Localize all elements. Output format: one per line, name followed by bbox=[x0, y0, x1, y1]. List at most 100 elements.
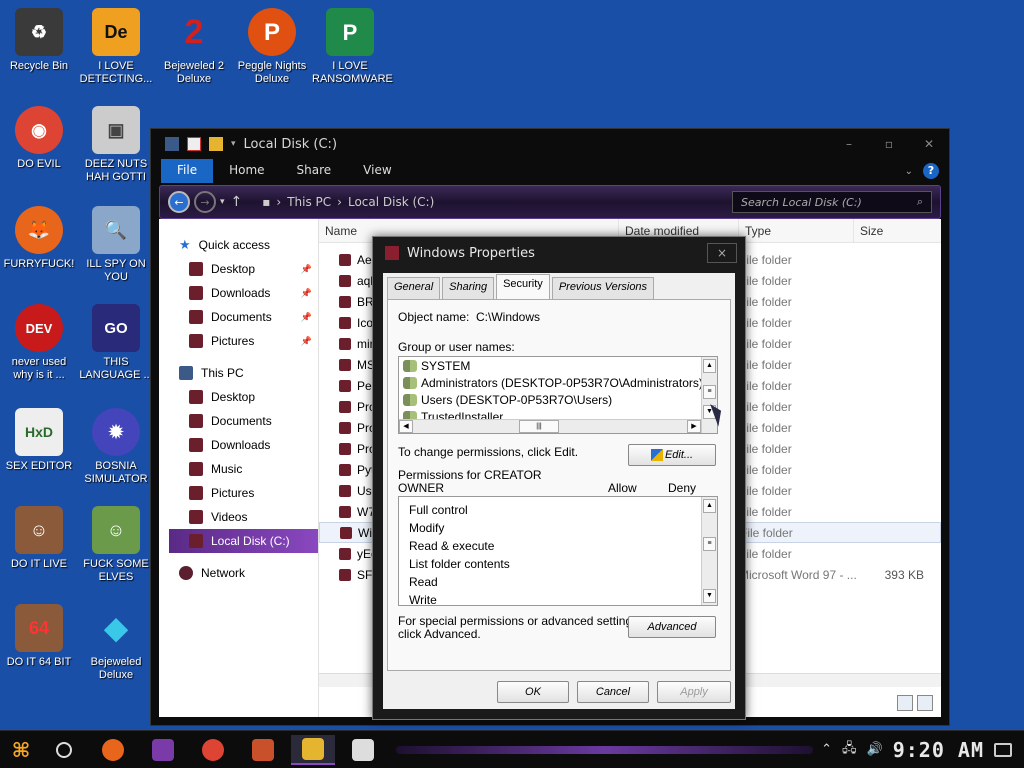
nav-quick-access[interactable]: ★ Quick access bbox=[159, 233, 318, 257]
column-type[interactable]: Type bbox=[739, 219, 854, 242]
start-icon: ⌘ bbox=[11, 737, 31, 762]
list-item[interactable]: Users (DESKTOP-0P53R7O\Users) bbox=[399, 391, 717, 408]
taskbar-app-hxd[interactable] bbox=[341, 735, 385, 765]
desktop-icon-detecting[interactable]: De I LOVE DETECTING... bbox=[78, 8, 154, 86]
edit-button[interactable]: Edit... bbox=[628, 444, 716, 466]
nav-quick-documents[interactable]: Documents 📌 bbox=[159, 305, 318, 329]
desktop-icon-devcpp[interactable]: DEV never used why is it ... bbox=[1, 304, 77, 382]
nav-pc-documents[interactable]: Documents bbox=[159, 409, 318, 433]
nav-pc-music[interactable]: Music bbox=[159, 457, 318, 481]
back-button[interactable]: ← bbox=[168, 191, 190, 213]
tab-file[interactable]: File bbox=[161, 159, 214, 183]
forward-button[interactable]: → bbox=[194, 191, 216, 213]
tab-view[interactable]: View bbox=[347, 159, 407, 183]
scroll-up-icon[interactable]: ▲ bbox=[703, 359, 716, 373]
tab-home[interactable]: Home bbox=[213, 159, 280, 183]
nav-network[interactable]: Network bbox=[159, 561, 318, 585]
clock[interactable]: 9:20 AM bbox=[893, 738, 984, 762]
up-button[interactable]: ↑ bbox=[231, 194, 243, 210]
desktop-icon-spy[interactable]: 🔍 ILL SPY ON YOU bbox=[78, 206, 154, 284]
tab-sharing[interactable]: Sharing bbox=[442, 277, 495, 299]
scroll-down-icon[interactable]: ▼ bbox=[703, 589, 716, 603]
tab-security[interactable]: Security bbox=[496, 274, 550, 299]
desktop-icon-do-it-64-bit[interactable]: 64 DO IT 64 BIT bbox=[1, 604, 77, 669]
group-names-list[interactable]: SYSTEM Administrators (DESKTOP-0P53R7O\A… bbox=[398, 356, 718, 434]
nav-quick-desktop[interactable]: Desktop 📌 bbox=[159, 257, 318, 281]
desktop-icon-sex-editor[interactable]: HxD SEX EDITOR bbox=[1, 408, 77, 473]
desktop-icon-bosnia[interactable]: ✹ BOSNIA SIMULATOR bbox=[78, 408, 154, 486]
column-size[interactable]: Size bbox=[854, 219, 941, 242]
list-item[interactable]: SYSTEM bbox=[399, 357, 717, 374]
taskbar-app-file-explorer[interactable] bbox=[291, 734, 335, 765]
desktop-icon-bejeweled-2[interactable]: 2 Bejeweled 2 Deluxe bbox=[156, 8, 232, 86]
scroll-thumb[interactable]: ≡ bbox=[703, 385, 716, 399]
large-icons-view-icon[interactable] bbox=[917, 695, 933, 711]
desktop-icon-recycle-bin[interactable]: ♻ Recycle Bin bbox=[1, 8, 77, 73]
search-icon[interactable] bbox=[56, 741, 72, 758]
maximize-button[interactable]: ▫ bbox=[869, 137, 909, 151]
recent-locations-icon[interactable]: ▾ bbox=[220, 197, 225, 207]
apply-button[interactable]: Apply bbox=[657, 681, 731, 703]
taskbar-app-firefox[interactable] bbox=[91, 735, 135, 765]
desktop-icon-peggle[interactable]: P Peggle Nights Deluxe bbox=[234, 8, 310, 86]
tab-previous-versions[interactable]: Previous Versions bbox=[551, 277, 655, 299]
vertical-scrollbar[interactable]: ▲ ≡ ▼ bbox=[701, 497, 717, 605]
scroll-thumb[interactable]: ≡ bbox=[703, 537, 716, 551]
notification-icon[interactable] bbox=[994, 742, 1012, 757]
nav-pc-pictures[interactable]: Pictures bbox=[159, 481, 318, 505]
dialog-titlebar[interactable]: Windows Properties × bbox=[373, 237, 745, 269]
scroll-left-icon[interactable]: ◀ bbox=[399, 420, 413, 433]
nav-quick-pictures[interactable]: Pictures 📌 bbox=[159, 329, 318, 353]
network-icon[interactable]: 🖧 bbox=[842, 739, 857, 761]
nav-pc-downloads[interactable]: Downloads bbox=[159, 433, 318, 457]
start-button[interactable]: ⌘ bbox=[0, 731, 42, 768]
list-item[interactable]: Administrators (DESKTOP-0P53R7O\Administ… bbox=[399, 374, 717, 391]
desktop-icon-furryfuck[interactable]: 🦊 FURRYFUCK! bbox=[1, 206, 77, 271]
vertical-scrollbar[interactable]: ▲ ≡ ▼ bbox=[701, 357, 717, 433]
breadcrumb-this-pc[interactable]: This PC bbox=[287, 195, 331, 209]
scroll-up-icon[interactable]: ▲ bbox=[703, 499, 716, 513]
horizontal-scrollbar[interactable]: ◀ ||| ▶ bbox=[399, 419, 701, 433]
breadcrumb-local-disk[interactable]: Local Disk (C:) bbox=[348, 195, 434, 209]
tab-share[interactable]: Share bbox=[281, 159, 348, 183]
advanced-button[interactable]: Advanced bbox=[628, 616, 716, 638]
pc-small-icon: ▪ bbox=[262, 195, 271, 209]
nav-pc-videos[interactable]: Videos bbox=[159, 505, 318, 529]
dialog-close-button[interactable]: × bbox=[707, 243, 737, 263]
desktop-icon-do-evil[interactable]: ◉ DO EVIL bbox=[1, 106, 77, 171]
nav-local-disk[interactable]: Local Disk (C:) bbox=[169, 529, 318, 553]
taskbar-app-powerpoint[interactable] bbox=[241, 735, 285, 765]
ribbon-expand-icon[interactable]: ⌄ bbox=[905, 166, 913, 177]
taskbar-app-purple[interactable] bbox=[141, 735, 185, 765]
properties-dialog[interactable]: Windows Properties × General Sharing Sec… bbox=[372, 236, 746, 720]
nav-this-pc[interactable]: This PC bbox=[159, 361, 318, 385]
desktop-icon-go[interactable]: GO THIS LANGUAGE ... bbox=[78, 304, 154, 382]
search-input[interactable]: Search Local Disk (C:) ⌕ bbox=[732, 191, 932, 213]
details-view-icon[interactable] bbox=[897, 695, 913, 711]
ok-button[interactable]: OK bbox=[497, 681, 569, 703]
nav-quick-downloads[interactable]: Downloads 📌 bbox=[159, 281, 318, 305]
cancel-button[interactable]: Cancel bbox=[577, 681, 649, 703]
breadcrumb[interactable]: ▪ › This PC › Local Disk (C:) bbox=[262, 195, 434, 209]
desktop-icon-deez-nuts[interactable]: ▣ DEEZ NUTS HAH GOTTI bbox=[78, 106, 154, 184]
folder-quick-icon[interactable] bbox=[209, 137, 223, 151]
volume-icon[interactable]: 🔊 bbox=[867, 742, 883, 757]
minimize-button[interactable]: – bbox=[829, 137, 869, 151]
scroll-right-icon[interactable]: ▶ bbox=[687, 420, 701, 433]
desktop-icon-bejeweled[interactable]: ◆ Bejeweled Deluxe bbox=[78, 604, 154, 682]
edit-button-label: Edit... bbox=[664, 449, 694, 461]
nav-pc-desktop[interactable]: Desktop bbox=[159, 385, 318, 409]
scroll-thumb[interactable]: ||| bbox=[519, 420, 559, 433]
search-icon[interactable]: ⌕ bbox=[917, 195, 923, 209]
taskbar-app-chrome[interactable] bbox=[191, 735, 235, 765]
close-button[interactable]: ✕ bbox=[909, 137, 949, 151]
chevron-down-icon[interactable]: ▾ bbox=[231, 139, 236, 149]
tab-general[interactable]: General bbox=[387, 277, 441, 299]
desktop-icon-ransomware[interactable]: P I LOVE RANSOMWARE bbox=[312, 8, 393, 86]
desktop-icon-do-it-live[interactable]: ☺ DO IT LIVE bbox=[1, 506, 77, 571]
explorer-titlebar[interactable]: ▾ Local Disk (C:) – ▫ ✕ bbox=[151, 129, 949, 159]
help-icon[interactable]: ? bbox=[923, 163, 939, 179]
chevron-up-icon[interactable]: ⌃ bbox=[821, 742, 832, 757]
properties-quick-icon[interactable] bbox=[187, 137, 201, 151]
desktop-icon-elves[interactable]: ☺ FUCK SOME ELVES bbox=[78, 506, 154, 584]
